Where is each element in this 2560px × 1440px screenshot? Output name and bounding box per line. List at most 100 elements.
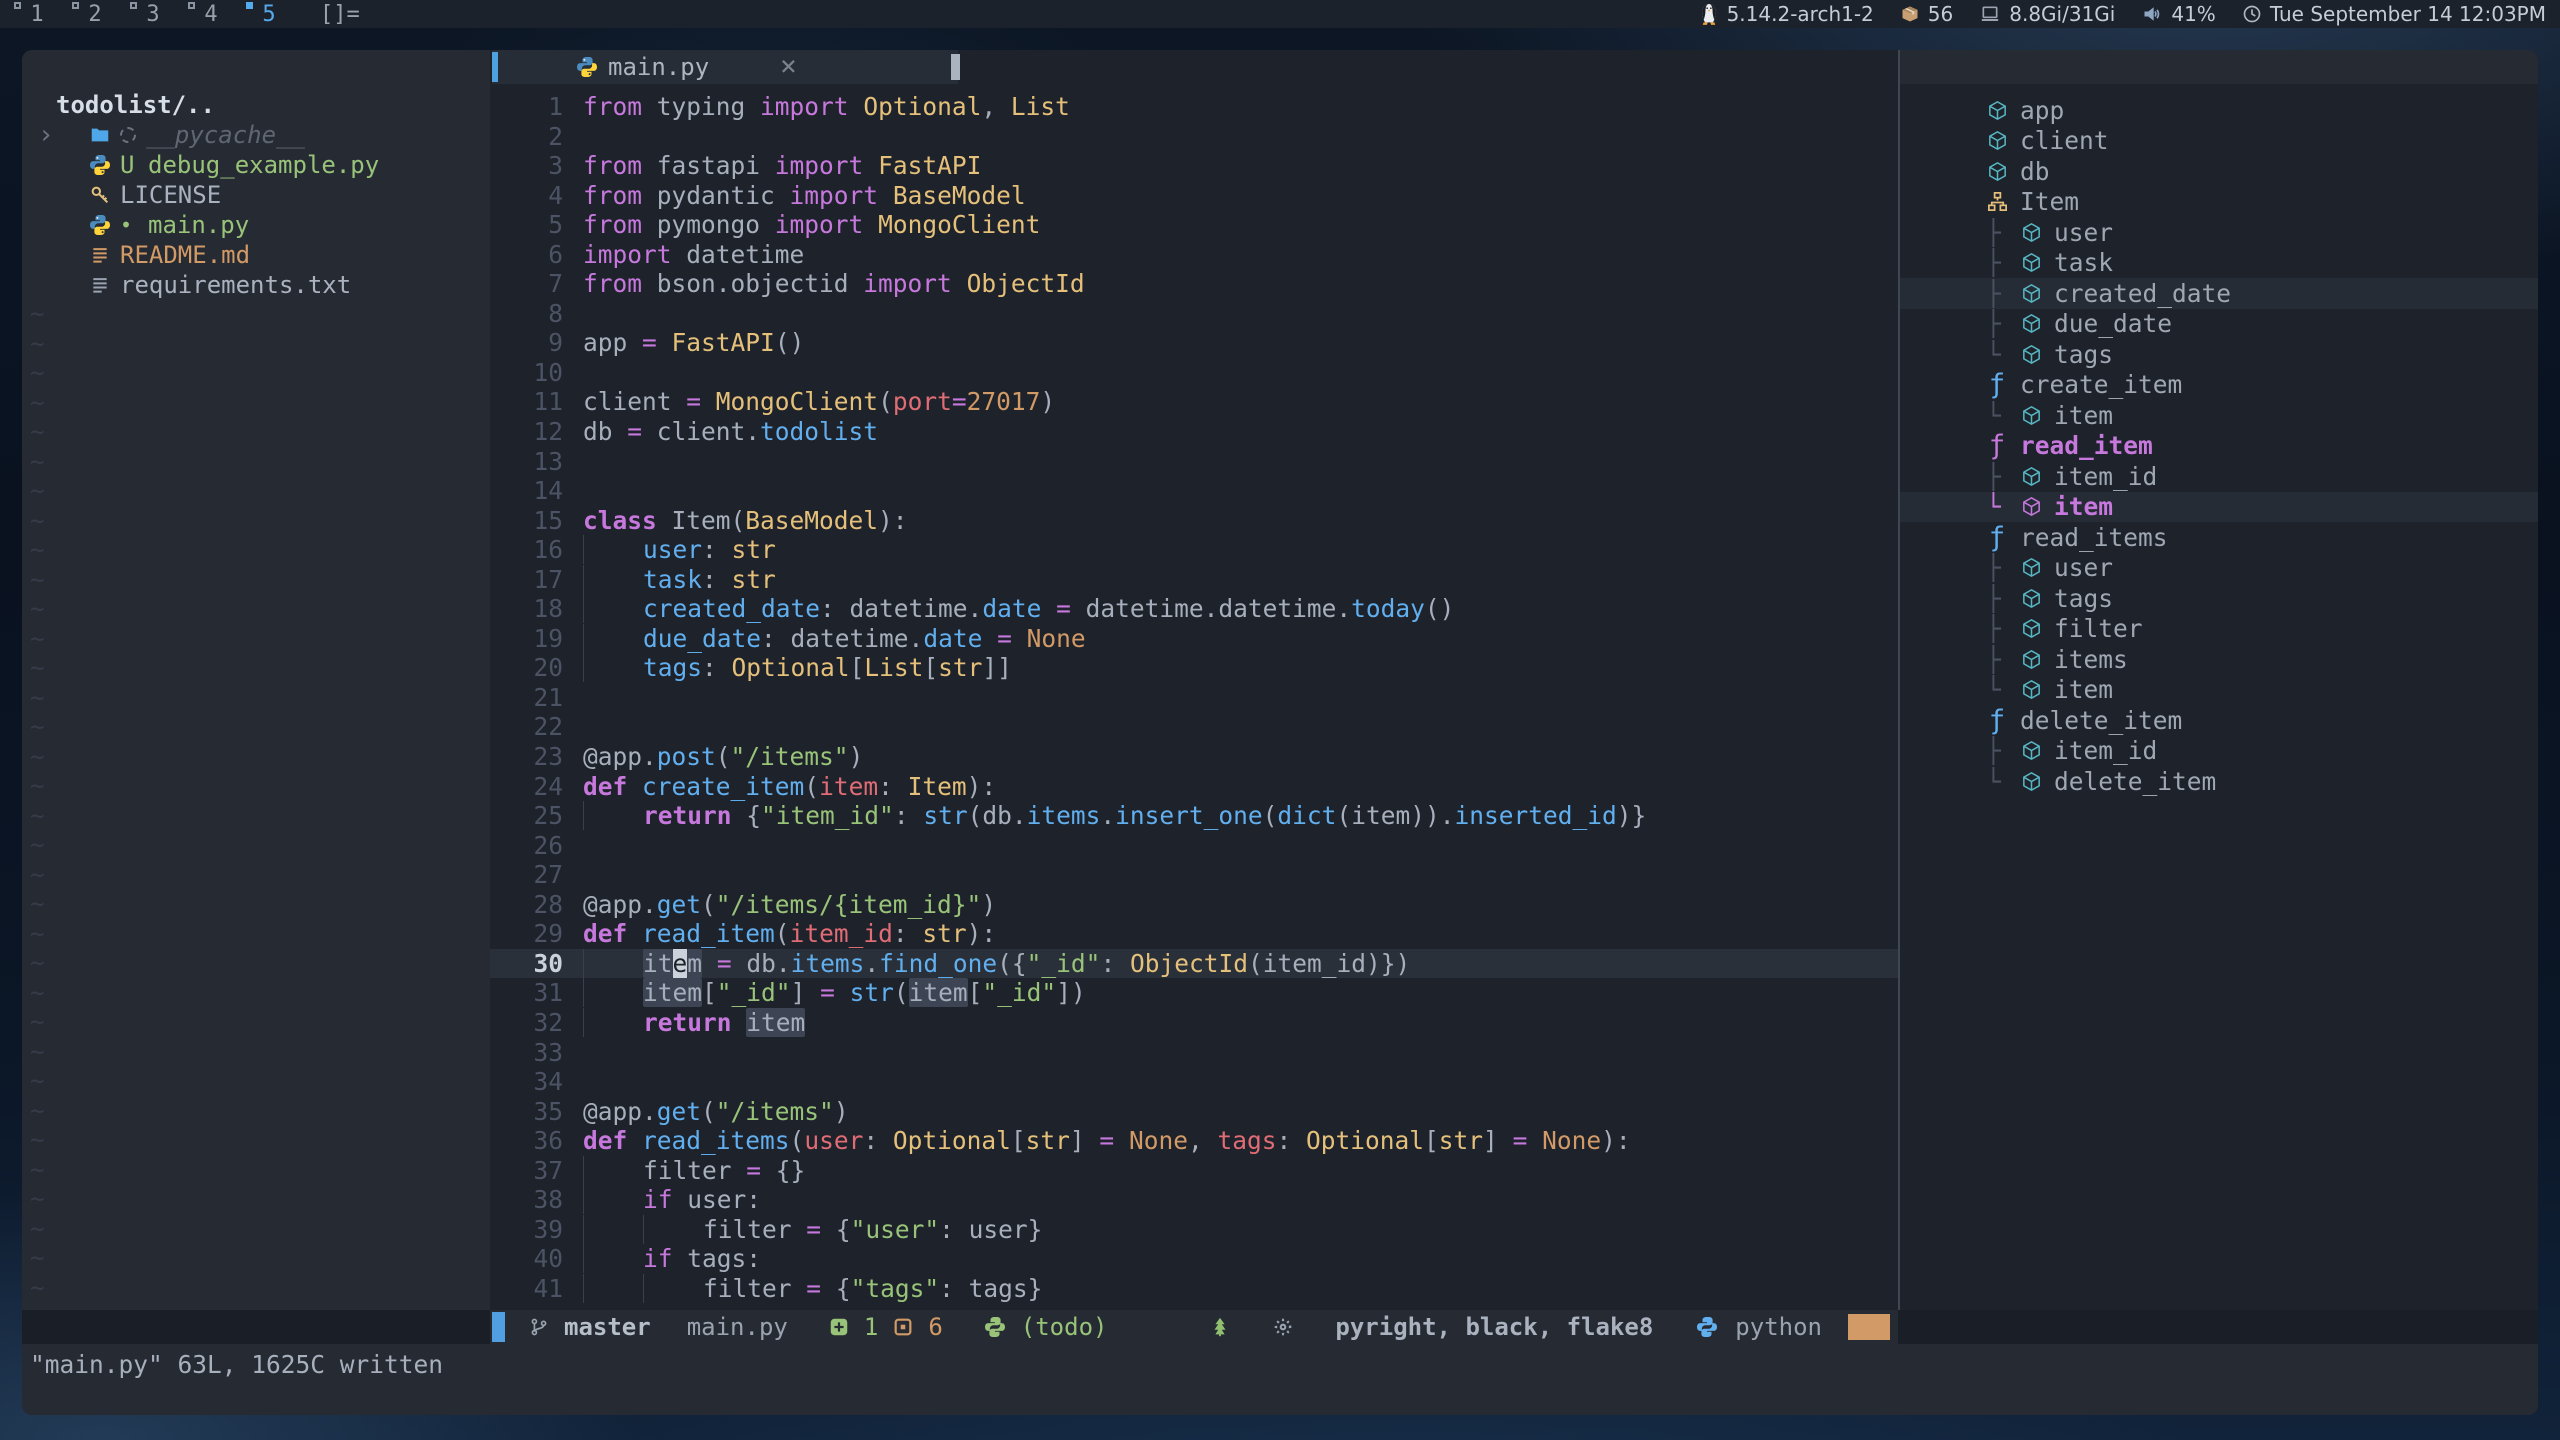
code-line-6[interactable]: 6import datetime [490, 240, 1898, 270]
empty-line-tilde: ~ [22, 802, 490, 832]
outline-item-delete_item[interactable]: ƒdelete_item [1900, 705, 2538, 736]
tree-item-README.md[interactable]: README.md [22, 240, 490, 270]
code-line-41[interactable]: 41 filter = {"tags": tags} [490, 1274, 1898, 1304]
workspace-4[interactable]: 4 [182, 0, 240, 28]
tree-item-requirements.txt[interactable]: requirements.txt [22, 270, 490, 300]
tree-item-debug_example.py[interactable]: Udebug_example.py [22, 150, 490, 180]
symbols-outline-pane[interactable]: appclientdbItem├user├task├created_date├d… [1898, 50, 2538, 1310]
code-line-10[interactable]: 10 [490, 358, 1898, 388]
code-line-29[interactable]: 29def read_item(item_id: str): [490, 919, 1898, 949]
code-line-12[interactable]: 12db = client.todolist [490, 417, 1898, 447]
outline-item-task[interactable]: ├task [1900, 248, 2538, 279]
code-line-4[interactable]: 4from pydantic import BaseModel [490, 181, 1898, 211]
workspace-1[interactable]: 1 [8, 0, 66, 28]
code-token: str [732, 535, 776, 564]
outline-item-Item[interactable]: Item [1900, 187, 2538, 218]
buffer-tabline: main.py × [490, 50, 1898, 84]
code-line-17[interactable]: 17 task: str [490, 565, 1898, 595]
outline-item-delete_item[interactable]: └delete_item [1900, 766, 2538, 797]
line-number: 13 [490, 447, 563, 477]
code-line-3[interactable]: 3from fastapi import FastAPI [490, 151, 1898, 181]
code-area[interactable]: 1from typing import Optional, List23from… [490, 84, 1898, 1310]
line-number: 21 [490, 683, 563, 713]
outline-item-item[interactable]: └item [1900, 400, 2538, 431]
code-token: ]) [1056, 978, 1086, 1007]
editor-pane[interactable]: main.py × 1from typing import Optional, … [490, 50, 1898, 1344]
code-line-32[interactable]: 32 return item [490, 1008, 1898, 1038]
code-line-21[interactable]: 21 [490, 683, 1898, 713]
outline-item-db[interactable]: db [1900, 156, 2538, 187]
chevron-right-icon[interactable]: › [38, 122, 54, 148]
code-line-11[interactable]: 11client = MongoClient(port=27017) [490, 387, 1898, 417]
code-line-37[interactable]: 37 filter = {} [490, 1156, 1898, 1186]
tab-close-icon[interactable]: × [780, 50, 797, 84]
code-line-22[interactable]: 22 [490, 712, 1898, 742]
code-line-20[interactable]: 20 tags: Optional[List[str]] [490, 653, 1898, 683]
outline-item-tags[interactable]: ├tags [1900, 583, 2538, 614]
tree-connector: ├ [1986, 553, 2012, 582]
code-line-39[interactable]: 39 filter = {"user": user} [490, 1215, 1898, 1245]
workspace-5[interactable]: 5 [240, 0, 298, 28]
gear-icon [1273, 1317, 1293, 1337]
code-token: ): [878, 506, 908, 535]
outline-item-client[interactable]: client [1900, 126, 2538, 157]
code-token: ( [716, 742, 731, 771]
outline-item-created_date[interactable]: ├created_date [1900, 278, 2538, 309]
code-line-23[interactable]: 23@app.post("/items") [490, 742, 1898, 772]
code-line-27[interactable]: 27 [490, 860, 1898, 890]
code-line-5[interactable]: 5from pymongo import MongoClient [490, 210, 1898, 240]
code-line-28[interactable]: 28@app.get("/items/{item_id}") [490, 890, 1898, 920]
tree-item-__pycache__[interactable]: ›__pycache__ [22, 120, 490, 150]
code-line-34[interactable]: 34 [490, 1067, 1898, 1097]
code-line-7[interactable]: 7from bson.objectid import ObjectId [490, 269, 1898, 299]
code-token: return [643, 801, 732, 830]
code-line-40[interactable]: 40 if tags: [490, 1244, 1898, 1274]
tree-item-main.py[interactable]: •main.py [22, 210, 490, 240]
code-token: () [775, 328, 805, 357]
outline-item-create_item[interactable]: ƒcreate_item [1900, 370, 2538, 401]
outline-item-items[interactable]: ├items [1900, 644, 2538, 675]
outline-item-due_date[interactable]: ├due_date [1900, 309, 2538, 340]
tree-statusline [22, 1310, 490, 1344]
code-line-18[interactable]: 18 created_date: datetime.date = datetim… [490, 594, 1898, 624]
python-icon [575, 55, 599, 79]
code-line-9[interactable]: 9app = FastAPI() [490, 328, 1898, 358]
code-line-33[interactable]: 33 [490, 1038, 1898, 1068]
code-line-16[interactable]: 16 user: str [490, 535, 1898, 565]
code-line-1[interactable]: 1from typing import Optional, List [490, 92, 1898, 122]
outline-item-tags[interactable]: └tags [1900, 339, 2538, 370]
code-line-2[interactable]: 2 [490, 122, 1898, 152]
outline-item-user[interactable]: ├user [1900, 217, 2538, 248]
outline-item-app[interactable]: app [1900, 95, 2538, 126]
code-line-38[interactable]: 38 if user: [490, 1185, 1898, 1215]
workspace-2[interactable]: 2 [66, 0, 124, 28]
workspace-3[interactable]: 3 [124, 0, 182, 28]
code-line-14[interactable]: 14 [490, 476, 1898, 506]
tab-main-py[interactable]: main.py × [492, 50, 958, 84]
code-line-8[interactable]: 8 [490, 299, 1898, 329]
outline-item-item_id[interactable]: ├item_id [1900, 736, 2538, 767]
tree-item-LICENSE[interactable]: LICENSE [22, 180, 490, 210]
code-line-24[interactable]: 24def create_item(item: Item): [490, 772, 1898, 802]
code-token: FastAPI [672, 328, 775, 357]
code-line-19[interactable]: 19 due_date: datetime.date = None [490, 624, 1898, 654]
code-token: user [643, 535, 702, 564]
line-content: item["_id"] = str(item["_id"]) [563, 978, 1086, 1008]
code-line-36[interactable]: 36def read_items(user: Optional[str] = N… [490, 1126, 1898, 1156]
outline-item-read_items[interactable]: ƒread_items [1900, 522, 2538, 553]
code-line-30[interactable]: 30 item = db.items.find_one({"_id": Obje… [490, 949, 1898, 979]
code-line-25[interactable]: 25 return {"item_id": str(db.items.inser… [490, 801, 1898, 831]
outline-item-filter[interactable]: ├filter [1900, 614, 2538, 645]
outline-item-item[interactable]: └item [1900, 492, 2538, 523]
outline-item-item_id[interactable]: ├item_id [1900, 461, 2538, 492]
code-line-26[interactable]: 26 [490, 831, 1898, 861]
code-token [952, 269, 967, 298]
code-line-13[interactable]: 13 [490, 447, 1898, 477]
file-tree-pane[interactable]: todolist/.. ›__pycache__Udebug_example.p… [22, 50, 490, 1310]
outline-item-read_item[interactable]: ƒread_item [1900, 431, 2538, 462]
code-line-35[interactable]: 35@app.get("/items") [490, 1097, 1898, 1127]
code-line-15[interactable]: 15class Item(BaseModel): [490, 506, 1898, 536]
code-line-31[interactable]: 31 item["_id"] = str(item["_id"]) [490, 978, 1898, 1008]
outline-item-user[interactable]: ├user [1900, 553, 2538, 584]
outline-item-item[interactable]: └item [1900, 675, 2538, 706]
